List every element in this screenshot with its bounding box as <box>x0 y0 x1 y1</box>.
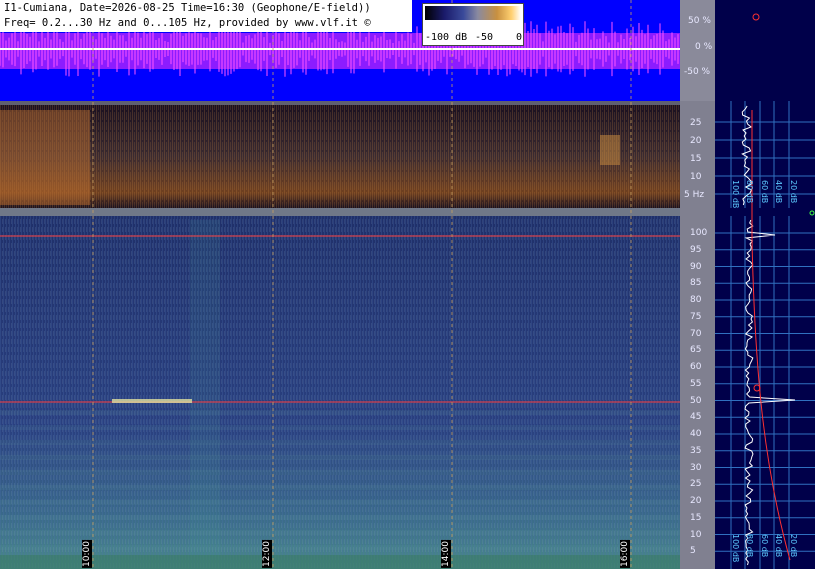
high-freq-tick-label: 60 <box>690 362 702 372</box>
high-freq-tick-label: 40 <box>690 429 702 439</box>
waveform-tick-label: 0 % <box>695 42 713 52</box>
low-freq-tick-label: 20 <box>690 136 702 146</box>
colorbar-legend: -100 dB -50 0 <box>422 3 524 46</box>
low-freq-tick-label: 25 <box>690 118 702 128</box>
frequency-info: Freq= 0.2...30 Hz and 0...105 Hz, provid… <box>4 17 371 29</box>
high-freq-tick-label: 100 <box>690 228 708 238</box>
spectrum-db-label: 40 dB <box>774 180 783 204</box>
spectrum-db-label: 60 dB <box>760 180 769 204</box>
spectrum-db-label: 40 dB <box>774 534 783 558</box>
colorbar-min-label: -100 dB <box>425 32 468 43</box>
time-marker-label: 14:00 <box>441 540 451 568</box>
high-freq-tick-label: 10 <box>690 529 702 540</box>
high-freq-tick-label: 30 <box>690 462 702 473</box>
waveform-tick-label: -50 % <box>684 67 711 77</box>
time-marker-label: 16:00 <box>620 540 630 568</box>
spectrum-db-label: 100 dB <box>731 534 740 563</box>
time-marker-label: 12:00 <box>262 540 272 568</box>
high-spectrum-panel <box>715 216 815 569</box>
spectrum-db-label: 100 dB <box>731 180 740 209</box>
high-freq-tick-label: 5 <box>690 546 696 557</box>
high-freq-tick-label: 65 <box>690 345 702 356</box>
header-info-box: I1-Cumiana, Date=2026-08-25 Time=16:30 (… <box>0 0 412 32</box>
colorbar-gradient <box>425 6 521 20</box>
high-freq-tick-label: 20 <box>690 496 702 506</box>
high-freq-tick-label: 95 <box>690 244 702 255</box>
time-marker-label: 10:00 <box>82 540 92 568</box>
station-title: I1-Cumiana, Date=2026-08-25 Time=16:30 (… <box>4 2 371 14</box>
high-freq-tick-label: 35 <box>690 445 702 456</box>
high-freq-tick-label: 85 <box>690 278 702 289</box>
high-freq-tick-label: 50 <box>690 395 702 406</box>
low-freq-tick-label: 15 <box>690 154 702 164</box>
high-freq-tick-label: 70 <box>690 328 702 339</box>
spectrum-db-label: 20 dB <box>789 534 798 558</box>
spectrum-db-label: 20 dB <box>789 180 798 204</box>
colorbar-max-label: 0 <box>516 32 523 43</box>
high-freq-tick-label: 45 <box>690 412 702 423</box>
high-freq-tick-label: 80 <box>690 295 702 305</box>
low-freq-tick-label: 5 Hz <box>684 190 705 200</box>
high-freq-tick-label: 25 <box>690 479 702 490</box>
high-freq-tick-label: 75 <box>690 311 702 322</box>
high-freq-tick-label: 15 <box>690 512 702 523</box>
waveform-tick-label: 50 % <box>688 16 711 26</box>
high-freq-tick-label: 55 <box>690 378 702 389</box>
low-freq-tick-label: 10 <box>690 172 702 182</box>
high-freq-tick-label: 90 <box>690 261 702 272</box>
colorbar-mid-label: -50 <box>475 32 494 43</box>
spectrum-db-label: 80 dB <box>745 534 754 558</box>
spectrum-db-label: 60 dB <box>760 534 769 558</box>
vlf-monitor-screen: I1-Cumiana, Date=2026-08-25 Time=16:30 (… <box>0 0 815 569</box>
spectrum-db-label: 80 dB <box>745 180 754 204</box>
